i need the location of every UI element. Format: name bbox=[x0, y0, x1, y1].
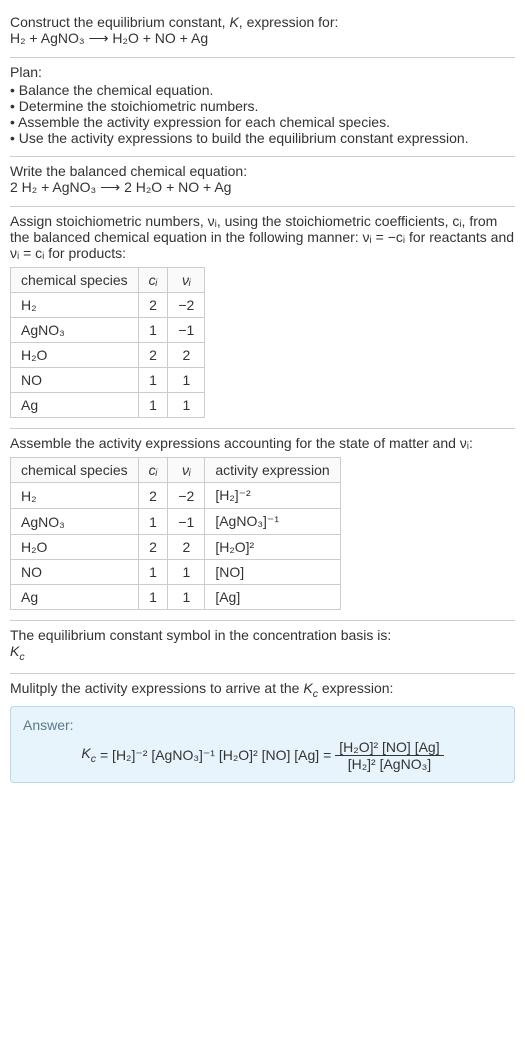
c-sub: c bbox=[91, 753, 96, 765]
k: K bbox=[81, 745, 90, 761]
cell-species: NO bbox=[11, 368, 139, 393]
cell-expr: [Ag] bbox=[205, 585, 340, 610]
table-row: AgNO₃ 1 −1 [AgNO₃]⁻¹ bbox=[11, 509, 341, 535]
plan-section: Plan: Balance the chemical equation. Det… bbox=[10, 58, 515, 156]
cell-species: Ag bbox=[11, 585, 139, 610]
col-species: chemical species bbox=[11, 268, 139, 293]
text: Mulitply the activity expressions to arr… bbox=[10, 680, 303, 696]
col-vi: νᵢ bbox=[168, 268, 205, 293]
table-row: NO 1 1 [NO] bbox=[11, 560, 341, 585]
cell-ci: 1 bbox=[138, 585, 168, 610]
col-expr: activity expression bbox=[205, 458, 340, 483]
col-vi: νᵢ bbox=[168, 458, 205, 483]
cell-vi: −1 bbox=[168, 318, 205, 343]
plan-item: Assemble the activity expression for eac… bbox=[10, 114, 515, 130]
cell-ci: 1 bbox=[138, 368, 168, 393]
text: , expression for: bbox=[239, 14, 339, 30]
col-ci: cᵢ bbox=[138, 268, 168, 293]
cell-species: AgNO₃ bbox=[11, 509, 139, 535]
cell-expr: [H₂]⁻² bbox=[205, 483, 340, 509]
cell-expr: [H₂O]² bbox=[205, 535, 340, 560]
cell-species: Ag bbox=[11, 393, 139, 418]
multiply-text: Mulitply the activity expressions to arr… bbox=[10, 680, 515, 700]
activity-section: Assemble the activity expressions accoun… bbox=[10, 429, 515, 620]
unbalanced-equation: H₂ + AgNO₃ ⟶ H₂O + NO + Ag bbox=[10, 30, 515, 47]
plan-item: Use the activity expressions to build th… bbox=[10, 130, 515, 146]
cell-expr: [NO] bbox=[205, 560, 340, 585]
table-row: H₂O 2 2 [H₂O]² bbox=[11, 535, 341, 560]
cell-ci: 1 bbox=[138, 393, 168, 418]
cell-species: H₂ bbox=[11, 483, 139, 509]
table-row: NO 1 1 bbox=[11, 368, 205, 393]
cell-vi: −2 bbox=[168, 293, 205, 318]
activity-table: chemical species cᵢ νᵢ activity expressi… bbox=[10, 457, 341, 610]
cell-species: H₂O bbox=[11, 343, 139, 368]
basis-section: The equilibrium constant symbol in the c… bbox=[10, 621, 515, 673]
cell-vi: 1 bbox=[168, 560, 205, 585]
kc-symbol: Kc bbox=[10, 643, 515, 663]
cell-vi: 2 bbox=[168, 343, 205, 368]
answer-box: Answer: Kc = [H₂]⁻² [AgNO₃]⁻¹ [H₂O]² [NO… bbox=[10, 706, 515, 783]
balanced-section: Write the balanced chemical equation: 2 … bbox=[10, 157, 515, 206]
fraction-numerator: [H₂O]² [NO] [Ag] bbox=[335, 739, 443, 756]
multiply-section: Mulitply the activity expressions to arr… bbox=[10, 674, 515, 793]
plan-item: Balance the chemical equation. bbox=[10, 82, 515, 98]
cell-ci: 2 bbox=[138, 535, 168, 560]
fraction: [H₂O]² [NO] [Ag] [H₂]² [AgNO₃] bbox=[335, 739, 443, 772]
problem-line1: Construct the equilibrium constant, K, e… bbox=[10, 14, 515, 30]
cell-ci: 1 bbox=[138, 560, 168, 585]
table-header-row: chemical species cᵢ νᵢ activity expressi… bbox=[11, 458, 341, 483]
cell-ci: 1 bbox=[138, 509, 168, 535]
col-ci: cᵢ bbox=[138, 458, 168, 483]
c-sub: c bbox=[19, 651, 24, 663]
activity-text: Assemble the activity expressions accoun… bbox=[10, 435, 515, 451]
flat-expression: = [H₂]⁻² [AgNO₃]⁻¹ [H₂O]² [NO] [Ag] = bbox=[100, 747, 331, 764]
text: expression: bbox=[318, 680, 393, 696]
cell-ci: 2 bbox=[138, 293, 168, 318]
cell-ci: 2 bbox=[138, 343, 168, 368]
problem-statement: Construct the equilibrium constant, K, e… bbox=[10, 8, 515, 57]
text: Construct the equilibrium constant, bbox=[10, 14, 229, 30]
assign-text: Assign stoichiometric numbers, νᵢ, using… bbox=[10, 213, 515, 261]
table-row: H₂ 2 −2 [H₂]⁻² bbox=[11, 483, 341, 509]
cell-vi: −2 bbox=[168, 483, 205, 509]
balanced-label: Write the balanced chemical equation: bbox=[10, 163, 515, 179]
table-row: Ag 1 1 bbox=[11, 393, 205, 418]
k: K bbox=[10, 643, 19, 659]
answer-label: Answer: bbox=[23, 717, 502, 733]
plan-label: Plan: bbox=[10, 64, 515, 80]
cell-vi: 1 bbox=[168, 393, 205, 418]
cell-ci: 1 bbox=[138, 318, 168, 343]
answer-expression: Kc = [H₂]⁻² [AgNO₃]⁻¹ [H₂O]² [NO] [Ag] =… bbox=[23, 739, 502, 772]
assign-section: Assign stoichiometric numbers, νᵢ, using… bbox=[10, 207, 515, 428]
col-species: chemical species bbox=[11, 458, 139, 483]
cell-vi: 2 bbox=[168, 535, 205, 560]
plan-list: Balance the chemical equation. Determine… bbox=[10, 82, 515, 146]
stoich-table: chemical species cᵢ νᵢ H₂ 2 −2 AgNO₃ 1 −… bbox=[10, 267, 205, 418]
balanced-equation: 2 H₂ + AgNO₃ ⟶ 2 H₂O + NO + Ag bbox=[10, 179, 515, 196]
cell-vi: 1 bbox=[168, 585, 205, 610]
plan-item: Determine the stoichiometric numbers. bbox=[10, 98, 515, 114]
cell-species: H₂O bbox=[11, 535, 139, 560]
table-header-row: chemical species cᵢ νᵢ bbox=[11, 268, 205, 293]
table-row: AgNO₃ 1 −1 bbox=[11, 318, 205, 343]
cell-vi: 1 bbox=[168, 368, 205, 393]
table-row: H₂ 2 −2 bbox=[11, 293, 205, 318]
kc-lhs: Kc bbox=[81, 745, 96, 765]
k: K bbox=[303, 680, 312, 696]
fraction-denominator: [H₂]² [AgNO₃] bbox=[335, 756, 443, 772]
cell-species: AgNO₃ bbox=[11, 318, 139, 343]
table-row: H₂O 2 2 bbox=[11, 343, 205, 368]
table-row: Ag 1 1 [Ag] bbox=[11, 585, 341, 610]
cell-species: H₂ bbox=[11, 293, 139, 318]
cell-vi: −1 bbox=[168, 509, 205, 535]
basis-text: The equilibrium constant symbol in the c… bbox=[10, 627, 515, 643]
cell-species: NO bbox=[11, 560, 139, 585]
cell-ci: 2 bbox=[138, 483, 168, 509]
k-symbol: K bbox=[229, 14, 238, 30]
cell-expr: [AgNO₃]⁻¹ bbox=[205, 509, 340, 535]
